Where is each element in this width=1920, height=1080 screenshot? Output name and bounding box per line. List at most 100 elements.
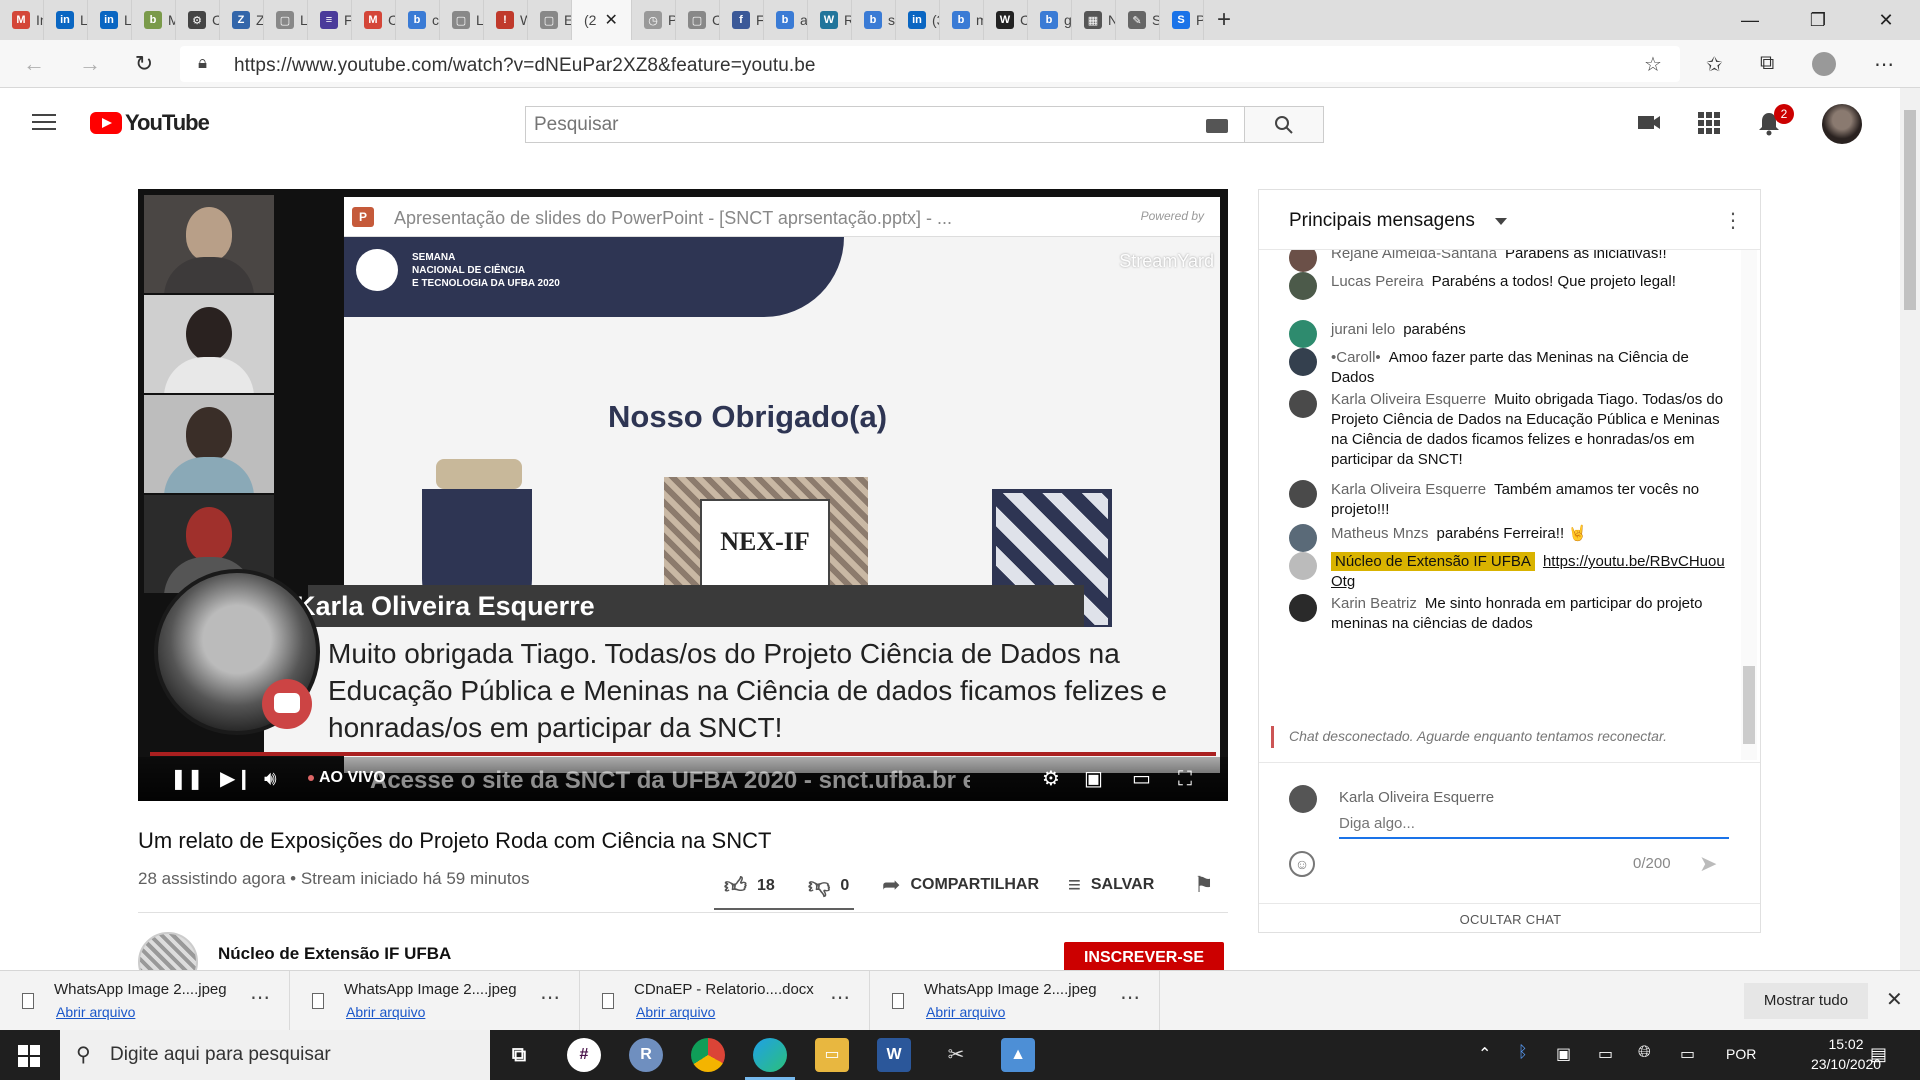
- download-item[interactable]: WhatsApp Image 2....jpeg Abrir arquivo ⋯: [0, 971, 290, 1031]
- favorites-icon[interactable]: ✩: [1706, 52, 1723, 77]
- chrome-icon[interactable]: [691, 1038, 725, 1072]
- chevron-down-icon[interactable]: [1495, 218, 1507, 225]
- pause-icon[interactable]: ❚❚: [170, 767, 204, 791]
- keyboard-icon[interactable]: [1206, 119, 1228, 133]
- chat-scroll-thumb[interactable]: [1743, 666, 1755, 744]
- channel-name[interactable]: Núcleo de Extensão IF UFBA: [218, 944, 451, 964]
- snipping-tool-icon[interactable]: ✂: [939, 1038, 973, 1072]
- download-item[interactable]: WhatsApp Image 2....jpeg Abrir arquivo ⋯: [290, 971, 580, 1031]
- network-globe-icon[interactable]: 🌐︎: [1638, 1044, 1651, 1062]
- browser-tab[interactable]: bM: [132, 0, 176, 40]
- device-icon[interactable]: ▣: [1556, 1044, 1571, 1064]
- browser-tab[interactable]: ▢ Lo: [264, 0, 308, 40]
- chat-author-avatar[interactable]: [1289, 390, 1317, 418]
- chat-author-name[interactable]: jurani lelo: [1331, 321, 1395, 338]
- chat-author-avatar[interactable]: [1289, 348, 1317, 376]
- account-avatar[interactable]: [1822, 104, 1862, 144]
- reload-icon[interactable]: ↻: [130, 50, 158, 78]
- battery-icon[interactable]: ▭: [1598, 1044, 1613, 1064]
- browser-tab[interactable]: M Ca: [352, 0, 396, 40]
- chat-author-avatar[interactable]: [1289, 272, 1317, 300]
- browser-tab[interactable]: ▢ En: [528, 0, 572, 40]
- windows-start-icon[interactable]: [18, 1045, 40, 1067]
- more-options-icon[interactable]: ⋯: [830, 985, 850, 1010]
- search-button[interactable]: [1244, 106, 1324, 143]
- like-button[interactable]: 👍︎ 18: [724, 872, 775, 899]
- more-options-icon[interactable]: ⋯: [540, 985, 560, 1010]
- chat-author-name[interactable]: Karla Oliveira Esquerre: [1331, 391, 1486, 408]
- miniplayer-icon[interactable]: ▣: [1084, 767, 1103, 791]
- chat-author-name[interactable]: •Caroll•: [1331, 349, 1381, 366]
- browser-tab[interactable]: bgr: [1028, 0, 1072, 40]
- browser-tab[interactable]: W Ra: [808, 0, 852, 40]
- apps-grid-icon[interactable]: [1696, 112, 1722, 138]
- chat-author-name[interactable]: Karin Beatriz: [1331, 595, 1417, 612]
- chat-author-avatar[interactable]: [1289, 480, 1317, 508]
- close-downloads-icon[interactable]: ✕: [1886, 987, 1903, 1012]
- profile-icon[interactable]: [1812, 52, 1836, 76]
- open-file-link[interactable]: Abrir arquivo: [56, 1004, 135, 1020]
- settings-gear-icon[interactable]: ⚙: [1042, 767, 1060, 791]
- browser-tab[interactable]: ⚙ Cu: [176, 0, 220, 40]
- chat-message-input[interactable]: [1339, 809, 1729, 839]
- word-icon[interactable]: W: [877, 1038, 911, 1072]
- hamburger-menu-icon[interactable]: [32, 114, 56, 132]
- minimize-icon[interactable]: —: [1716, 0, 1784, 40]
- browser-tab[interactable]: in Lir: [88, 0, 132, 40]
- send-icon[interactable]: ➤: [1699, 851, 1717, 877]
- browser-tab[interactable]: ▦ Ne: [1072, 0, 1116, 40]
- collections-icon[interactable]: ⧉: [1760, 52, 1774, 75]
- edge-icon[interactable]: [753, 1038, 787, 1072]
- close-tab-icon[interactable]: ✕: [604, 10, 617, 30]
- live-progress-bar[interactable]: [150, 752, 1216, 756]
- browser-tab[interactable]: bar: [764, 0, 808, 40]
- close-window-icon[interactable]: ✕: [1852, 0, 1920, 40]
- chat-scrollbar[interactable]: [1741, 250, 1757, 760]
- browser-tab[interactable]: ▢ Lo: [440, 0, 484, 40]
- new-tab-button[interactable]: +: [1204, 0, 1244, 40]
- back-icon[interactable]: ←: [20, 50, 48, 78]
- chat-author-name[interactable]: Rejane Almeida-Santana: [1331, 250, 1497, 262]
- scroll-thumb[interactable]: [1904, 110, 1916, 310]
- next-icon[interactable]: ▶❙: [220, 767, 252, 791]
- chat-author-avatar[interactable]: [1289, 552, 1317, 580]
- browser-tab[interactable]: f Fe: [720, 0, 764, 40]
- chat-author-avatar[interactable]: [1289, 594, 1317, 622]
- video-player[interactable]: P Apresentação de slides do PowerPoint -…: [138, 189, 1228, 801]
- maximize-icon[interactable]: ❐: [1784, 0, 1852, 40]
- download-item[interactable]: WhatsApp Image 2....jpeg Abrir arquivo ⋯: [870, 971, 1160, 1031]
- create-video-icon[interactable]: [1636, 112, 1662, 138]
- tray-chevron-icon[interactable]: ⌃: [1478, 1044, 1491, 1064]
- browser-tab[interactable]: ◷ Pr: [632, 0, 676, 40]
- chat-author-name[interactable]: Karla Oliveira Esquerre: [1331, 481, 1486, 498]
- more-icon[interactable]: ⋯: [1874, 52, 1894, 77]
- show-all-downloads-button[interactable]: Mostrar tudo: [1744, 983, 1868, 1019]
- browser-tab[interactable]: M In: [0, 0, 44, 40]
- taskbar-search[interactable]: ⚲ Digite aqui para pesquisar: [60, 1030, 490, 1080]
- chat-mode-selector[interactable]: Principais mensagens: [1289, 210, 1475, 232]
- browser-tab[interactable]: !W: [484, 0, 528, 40]
- browser-tab-active[interactable]: (2 ✕: [572, 0, 632, 40]
- chat-author-avatar[interactable]: [1289, 250, 1317, 272]
- bluetooth-icon[interactable]: ᛒ: [1518, 1044, 1528, 1062]
- browser-tab[interactable]: bco: [396, 0, 440, 40]
- browser-tab[interactable]: Z Zi: [220, 0, 264, 40]
- chat-author-avatar[interactable]: [1289, 320, 1317, 348]
- slack-icon[interactable]: #: [567, 1038, 601, 1072]
- hide-chat-button[interactable]: OCULTAR CHAT: [1259, 903, 1760, 932]
- display-icon[interactable]: ▭: [1680, 1044, 1695, 1064]
- open-file-link[interactable]: Abrir arquivo: [346, 1004, 425, 1020]
- open-file-link[interactable]: Abrir arquivo: [926, 1004, 1005, 1020]
- dislike-button[interactable]: 👎︎ 0: [808, 872, 849, 899]
- chat-author-name[interactable]: Lucas Pereira: [1331, 273, 1424, 290]
- more-options-icon[interactable]: ⋯: [250, 985, 270, 1010]
- input-language[interactable]: POR: [1726, 1046, 1756, 1062]
- subscribe-button[interactable]: INSCREVER-SE: [1064, 942, 1224, 972]
- browser-tab[interactable]: ▢ CE: [676, 0, 720, 40]
- theater-mode-icon[interactable]: ▭: [1132, 767, 1151, 791]
- chat-author-name[interactable]: Matheus Mnzs: [1331, 525, 1429, 542]
- browser-tab[interactable]: in (3: [896, 0, 940, 40]
- youtube-logo[interactable]: YouTube: [90, 110, 210, 136]
- forward-icon[interactable]: →: [76, 50, 104, 78]
- download-item[interactable]: CDnaEP - Relatorio....docx Abrir arquivo ⋯: [580, 971, 870, 1031]
